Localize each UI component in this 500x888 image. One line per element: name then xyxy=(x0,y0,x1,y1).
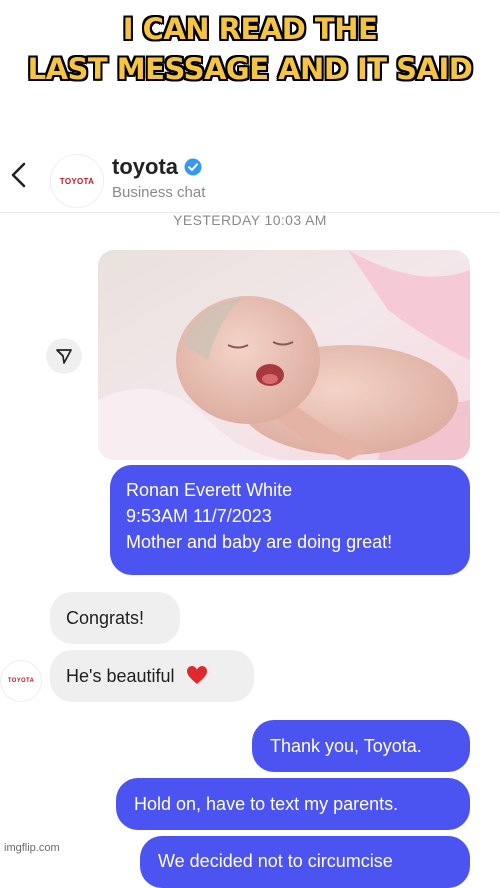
baby-photo[interactable] xyxy=(98,250,470,460)
info-line-name: Ronan Everett White xyxy=(126,480,293,500)
business-name[interactable]: toyota xyxy=(112,154,202,180)
business-avatar[interactable]: TOYOTA xyxy=(50,154,104,208)
info-line-time: 9:53AM 11/7/2023 xyxy=(126,506,272,526)
share-icon[interactable] xyxy=(46,338,82,374)
send-arrow-icon xyxy=(56,349,72,364)
verified-badge-icon xyxy=(184,158,202,176)
info-line-status: Mother and baby are doing great! xyxy=(126,532,393,552)
message-congrats[interactable]: Congrats! xyxy=(50,592,180,644)
message-hold-on[interactable]: Hold on, have to text my parents. xyxy=(116,778,470,830)
meme-caption: I CAN READ THE LAST MESSAGE AND IT SAID xyxy=(0,0,500,110)
message-timestamp: YESTERDAY 10:03 AM xyxy=(173,212,327,228)
caption-line-1: I CAN READ THE xyxy=(122,12,378,46)
avatar-logo-text: TOYOTA xyxy=(7,678,35,684)
message-beautiful[interactable]: He's beautiful xyxy=(50,650,254,702)
avatar-logo-text: TOYOTA xyxy=(59,176,95,186)
message-thanks[interactable]: Thank you, Toyota. xyxy=(252,720,470,772)
message-text: He's beautiful xyxy=(66,666,175,686)
message-last-partial[interactable]: We decided not to circumcise xyxy=(140,836,470,888)
message-text: Thank you, Toyota. xyxy=(270,736,422,756)
chevron-left-icon[interactable] xyxy=(8,160,30,190)
business-name-label: toyota xyxy=(112,154,178,179)
message-text: Hold on, have to text my parents. xyxy=(134,794,399,814)
business-subtitle: Business chat xyxy=(112,184,206,201)
chat-header: TOYOTA toyota Business chat xyxy=(0,140,500,213)
heart-icon xyxy=(186,666,207,684)
message-text: Congrats! xyxy=(66,608,145,628)
caption-line-2: LAST MESSAGE AND IT SAID xyxy=(27,52,473,86)
newborn-image xyxy=(98,250,470,460)
imgflip-watermark: imgflip.com xyxy=(4,842,60,854)
business-avatar-small[interactable]: TOYOTA xyxy=(0,660,42,702)
message-text: We decided not to circumcise xyxy=(158,851,393,871)
message-birth-info[interactable]: Ronan Everett White 9:53AM 11/7/2023 Mot… xyxy=(110,465,470,575)
